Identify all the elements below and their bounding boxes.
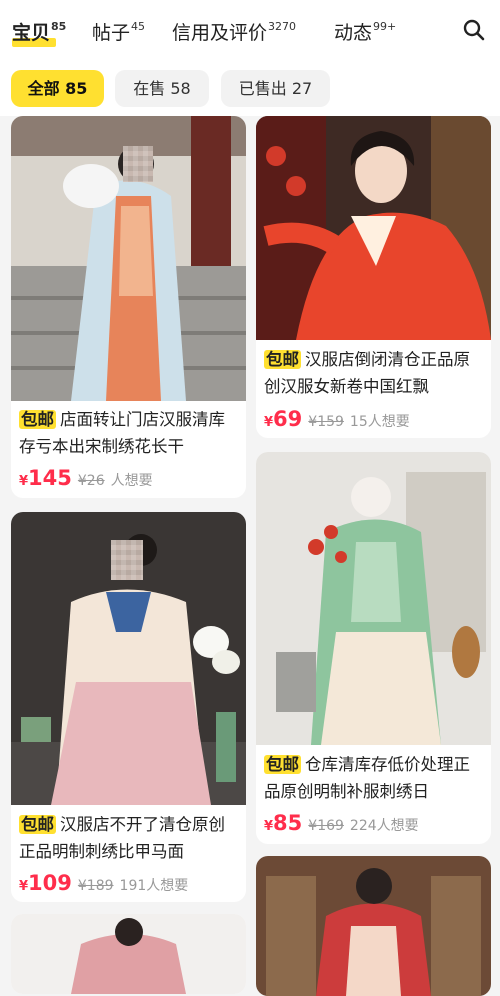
- product-title: 包邮 仓库清库存低价处理正品原创明制补服刺绣日: [264, 751, 486, 805]
- filter-on-sale[interactable]: 在售 58: [115, 70, 209, 107]
- filter-sold[interactable]: 已售出 27: [221, 70, 330, 107]
- free-shipping-badge: 包邮: [19, 410, 56, 429]
- tab-activity[interactable]: 动态99+: [334, 18, 396, 45]
- product-image: [11, 116, 246, 401]
- product-card[interactable]: 包邮 仓库清库存低价处理正品原创明制补服刺绣日 ¥85 ¥169 224人想要: [256, 452, 491, 844]
- currency-symbol: ¥: [19, 474, 29, 489]
- tab-reviews-label: 信用及评价: [172, 22, 268, 44]
- free-shipping-badge: 包邮: [19, 815, 56, 834]
- product-image: [256, 452, 491, 745]
- product-card[interactable]: 包邮 汉服店不开了清仓原创正品明制刺绣比甲马面 ¥109 ¥189 191人想要: [11, 512, 246, 902]
- price: 85: [273, 811, 303, 835]
- blurred-face: [111, 540, 143, 580]
- blurred-face: [123, 146, 153, 182]
- want-count: 224人想要: [349, 818, 419, 834]
- tab-posts-label: 帖子: [92, 22, 131, 44]
- product-image: [11, 512, 246, 805]
- price: 69: [273, 407, 303, 431]
- tab-items-label: 宝贝: [12, 22, 51, 44]
- original-price: ¥189: [77, 878, 114, 894]
- want-count: 人想要: [110, 473, 153, 489]
- tab-items[interactable]: 宝贝85: [12, 18, 67, 47]
- filter-all[interactable]: 全部 85: [11, 70, 104, 107]
- original-price: ¥26: [77, 473, 105, 489]
- price: 109: [28, 871, 72, 895]
- currency-symbol: ¥: [264, 819, 274, 834]
- tab-reviews[interactable]: 信用及评价3270: [172, 18, 296, 45]
- tab-posts-count: 45: [131, 19, 146, 33]
- want-count: 15人想要: [349, 414, 410, 430]
- tab-reviews-count: 3270: [268, 19, 297, 33]
- search-icon[interactable]: [462, 18, 486, 42]
- product-card[interactable]: [11, 914, 246, 994]
- product-title: 包邮 店面转让门店汉服清库存亏本出宋制绣花长干: [19, 406, 241, 460]
- original-price: ¥159: [308, 414, 344, 430]
- tab-posts[interactable]: 帖子45: [92, 18, 145, 45]
- price-row: ¥145 ¥26 人想要: [19, 466, 153, 494]
- original-price: ¥169: [308, 818, 344, 834]
- filter-bar: 全部 85 在售 58 已售出 27: [0, 64, 500, 116]
- product-card[interactable]: 包邮 店面转让门店汉服清库存亏本出宋制绣花长干 ¥145 ¥26 人想要: [11, 116, 246, 498]
- price-row: ¥109 ¥189 191人想要: [19, 871, 188, 899]
- tab-items-count: 85: [51, 19, 67, 33]
- price-row: ¥85 ¥169 224人想要: [264, 811, 419, 839]
- tab-activity-label: 动态: [334, 22, 373, 44]
- currency-symbol: ¥: [264, 415, 274, 430]
- top-tab-bar: 宝贝85 帖子45 信用及评价3270 动态99+: [0, 0, 500, 64]
- product-image: [11, 914, 246, 994]
- want-count: 191人想要: [119, 878, 189, 894]
- currency-symbol: ¥: [19, 879, 29, 894]
- free-shipping-badge: 包邮: [264, 350, 301, 369]
- product-title: 包邮 汉服店倒闭清仓正品原创汉服女新卷中国红飘: [264, 346, 486, 400]
- product-image: [256, 856, 491, 996]
- product-card[interactable]: 包邮 汉服店倒闭清仓正品原创汉服女新卷中国红飘 ¥69 ¥159 15人想要: [256, 116, 491, 438]
- free-shipping-badge: 包邮: [264, 755, 301, 774]
- product-title: 包邮 汉服店不开了清仓原创正品明制刺绣比甲马面: [19, 811, 241, 865]
- product-card[interactable]: [256, 856, 491, 996]
- product-image: [256, 116, 491, 340]
- price-row: ¥69 ¥159 15人想要: [264, 407, 410, 435]
- price: 145: [28, 466, 72, 490]
- tab-activity-count: 99+: [373, 19, 397, 33]
